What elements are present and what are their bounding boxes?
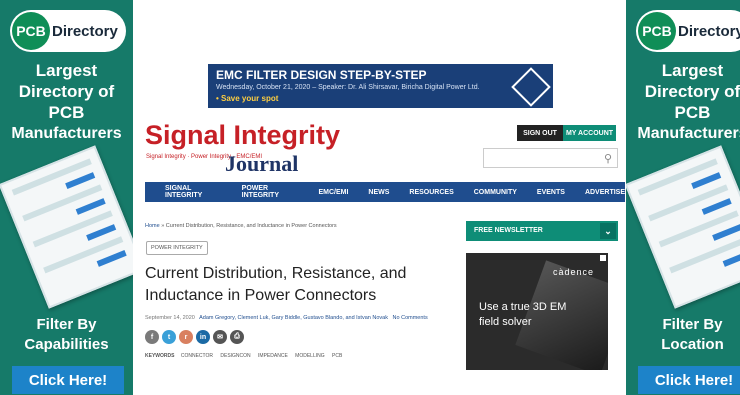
nav-events[interactable]: EVENTS xyxy=(537,189,565,196)
ad-heading-line1: Largest xyxy=(35,61,98,80)
ad-filter-text: Filter By Location xyxy=(626,315,740,355)
main-nav: SIGNAL INTEGRITY POWER INTEGRITY EMC/EMI… xyxy=(145,182,625,202)
keyword-tag[interactable]: PCB xyxy=(332,353,342,359)
article-meta: September 14, 2020 Adam Gregory, Clement… xyxy=(145,315,428,321)
sign-out-button[interactable]: SIGN OUT xyxy=(517,125,563,141)
ad-heading-line2: Directory of xyxy=(644,82,740,101)
filter-line1: Filter By xyxy=(662,316,723,333)
site-logo-signal-integrity[interactable]: Signal Integrity xyxy=(145,120,340,151)
rohde-schwarz-logo-icon xyxy=(511,67,551,107)
cadence-line2: field solver xyxy=(479,316,532,328)
comments-link[interactable]: No Comments xyxy=(393,315,428,321)
linkedin-icon[interactable]: in xyxy=(196,330,210,344)
keywords-label: KEYWORDS xyxy=(145,353,175,359)
nav-news[interactable]: NEWS xyxy=(368,189,389,196)
breadcrumb-current: » Current Distribution, Resistance, and … xyxy=(159,223,337,229)
share-buttons: f t r in ✉ ⎙ xyxy=(145,330,247,344)
nav-advertise[interactable]: ADVERTISE xyxy=(585,189,625,196)
ad-heading-line4: Manufacturers xyxy=(637,125,740,142)
ad-heading-line3: PCB xyxy=(674,103,711,122)
nav-emc-emi[interactable]: EMC/EMI xyxy=(318,189,348,196)
newsletter-label: FREE NEWSLETTER xyxy=(474,227,543,234)
breadcrumb: Home » Current Distribution, Resistance,… xyxy=(145,223,337,229)
keyword-tag[interactable]: MODELLING xyxy=(295,353,324,359)
ad-heading: Largest Directory of PCB Manufacturers xyxy=(626,60,740,144)
click-here-button[interactable]: Click Here! xyxy=(638,366,740,394)
site-logo-journal[interactable]: Journal xyxy=(225,151,298,177)
cadence-logo: càdence xyxy=(552,267,594,277)
search-icon[interactable]: ⚲ xyxy=(604,152,612,165)
reddit-icon[interactable]: r xyxy=(179,330,193,344)
chevron-down-icon[interactable]: ⌄ xyxy=(600,223,616,239)
banner-title: EMC FILTER DESIGN STEP-BY-STEP xyxy=(216,68,427,82)
search-input[interactable]: ⚲ xyxy=(483,148,618,168)
filter-line2: Location xyxy=(661,336,724,353)
ad-filter-text: Filter By Capabilities xyxy=(0,315,133,355)
category-tag[interactable]: POWER INTEGRITY xyxy=(146,241,208,255)
nav-community[interactable]: COMMUNITY xyxy=(474,189,517,196)
keyword-tag[interactable]: IMPEDANCE xyxy=(258,353,288,359)
twitter-icon[interactable]: t xyxy=(162,330,176,344)
click-here-button[interactable]: Click Here! xyxy=(12,366,124,394)
ad-choices-icon[interactable] xyxy=(600,255,606,261)
directory-mockup-image xyxy=(626,145,740,309)
article-title: Current Distribution, Resistance, and In… xyxy=(145,265,407,304)
main-content: EMC FILTER DESIGN STEP-BY-STEP Wednesday… xyxy=(133,0,626,395)
pcb-logo-word: Directory xyxy=(52,22,118,40)
my-account-button[interactable]: MY ACCOUNT xyxy=(563,125,616,141)
print-icon[interactable]: ⎙ xyxy=(230,330,244,344)
pcb-logo-badge: PCB xyxy=(638,12,676,50)
article-date: September 14, 2020 xyxy=(145,315,195,321)
left-side-ad[interactable]: PCB Directory Largest Directory of PCB M… xyxy=(0,0,133,395)
directory-mockup-image xyxy=(0,145,133,309)
facebook-icon[interactable]: f xyxy=(145,330,159,344)
cadence-ad-text: Use a true 3D EM field solver xyxy=(479,300,566,330)
right-side-ad[interactable]: PCB Directory Largest Directory of PCB M… xyxy=(626,0,740,395)
nav-power-integrity[interactable]: POWER INTEGRITY xyxy=(242,185,299,199)
keyword-tag[interactable]: DESIGNCON xyxy=(220,353,250,359)
keyword-tag[interactable]: CONNECTOR xyxy=(181,353,213,359)
ad-heading-line3: PCB xyxy=(48,103,85,122)
banner-cta[interactable]: • Save your spot xyxy=(216,94,278,103)
nav-signal-integrity[interactable]: SIGNAL INTEGRITY xyxy=(165,185,222,199)
email-icon[interactable]: ✉ xyxy=(213,330,227,344)
keywords-list: KEYWORDS CONNECTOR DESIGNCON IMPEDANCE M… xyxy=(145,353,348,359)
banner-subtitle: Wednesday, October 21, 2020 – Speaker: D… xyxy=(216,84,480,91)
pcb-directory-logo: PCB Directory xyxy=(636,10,740,52)
cadence-line1: Use a true 3D EM xyxy=(479,301,567,313)
emc-filter-banner-ad[interactable]: EMC FILTER DESIGN STEP-BY-STEP Wednesday… xyxy=(208,64,553,108)
filter-line1: Filter By xyxy=(36,316,97,333)
ad-heading-line4: Manufacturers xyxy=(11,125,122,142)
ad-heading-line2: Directory of xyxy=(18,82,115,101)
article-authors[interactable]: Adam Gregory, Clement Luk, Gary Biddle, … xyxy=(199,315,388,321)
cadence-ad[interactable]: càdence Use a true 3D EM field solver xyxy=(466,253,608,370)
ad-heading-line1: Largest xyxy=(661,61,724,80)
breadcrumb-home-link[interactable]: Home xyxy=(145,223,160,229)
pcb-logo-word: Directory xyxy=(678,22,740,40)
ad-heading: Largest Directory of PCB Manufacturers xyxy=(0,60,133,144)
filter-line2: Capabilities xyxy=(24,336,109,353)
pcb-directory-logo: PCB Directory xyxy=(10,10,126,52)
nav-resources[interactable]: RESOURCES xyxy=(409,189,453,196)
pcb-logo-badge: PCB xyxy=(12,12,50,50)
free-newsletter-bar[interactable]: FREE NEWSLETTER ⌄ xyxy=(466,221,618,241)
